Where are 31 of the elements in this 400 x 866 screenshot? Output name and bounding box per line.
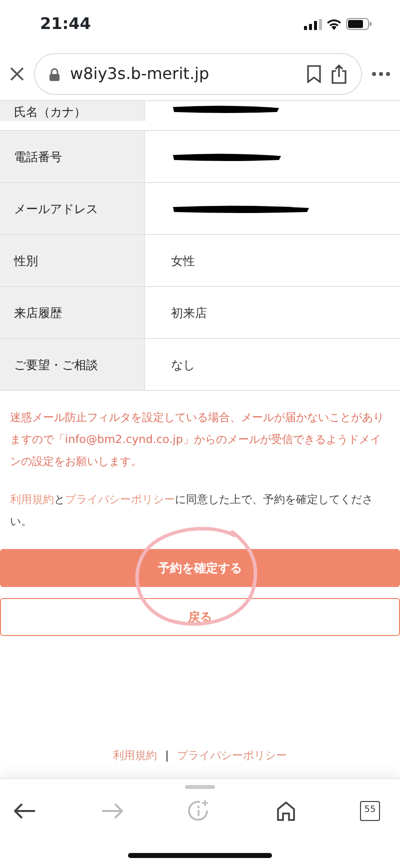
policy-link[interactable]: 利用規約 [10, 493, 54, 506]
signal-icon [304, 18, 322, 30]
footer-link[interactable]: プライバシーポリシー [176, 748, 287, 764]
wifi-icon [326, 18, 342, 30]
policy-link[interactable]: プライバシーポリシー [65, 493, 175, 506]
close-icon[interactable] [10, 67, 24, 81]
table-label: 電話番号 [0, 131, 145, 182]
footer-link[interactable]: 利用規約 [113, 748, 158, 764]
tabs-button[interactable]: 55 [360, 801, 380, 821]
url-text: w8iy3s.b-merit.jp [70, 63, 210, 85]
table-value: なし [171, 356, 195, 374]
agreement-text: 利用規約 と プライバシーポリシーに同意した上で、予約を確定してください。 [9, 492, 374, 530]
table-label: 性別 [0, 235, 145, 286]
confirm-button[interactable]: 予約を確定する [0, 549, 400, 587]
table-label: 来店履歴 [0, 287, 145, 338]
footer-separator: | [165, 748, 169, 764]
battery-icon [346, 18, 372, 30]
home-icon[interactable] [276, 801, 296, 821]
warning-text: 迷惑メール防止フィルタを設定している場合、メールが届かないことがありますので「info@bm2.cynd.co.jp」からのメールが受信できるようドメインの設定をお願いします。 [9, 410, 385, 470]
table-value: 女性 [171, 252, 195, 270]
more-icon[interactable] [372, 72, 390, 76]
bookmark-icon[interactable] [307, 65, 321, 83]
lock-icon [49, 68, 60, 80]
table-label: 氏名（カナ） [0, 101, 145, 121]
table-value: 初来店 [171, 304, 207, 322]
address-bar[interactable]: w8iy3s.b-merit.jp [34, 53, 362, 95]
table-label: ご要望・ご相談 [0, 339, 145, 390]
back-arrow-icon[interactable] [14, 803, 36, 819]
table-label: メールアドレス [0, 183, 145, 234]
share-icon[interactable] [331, 64, 347, 84]
status-time: 21:44 [40, 13, 91, 35]
